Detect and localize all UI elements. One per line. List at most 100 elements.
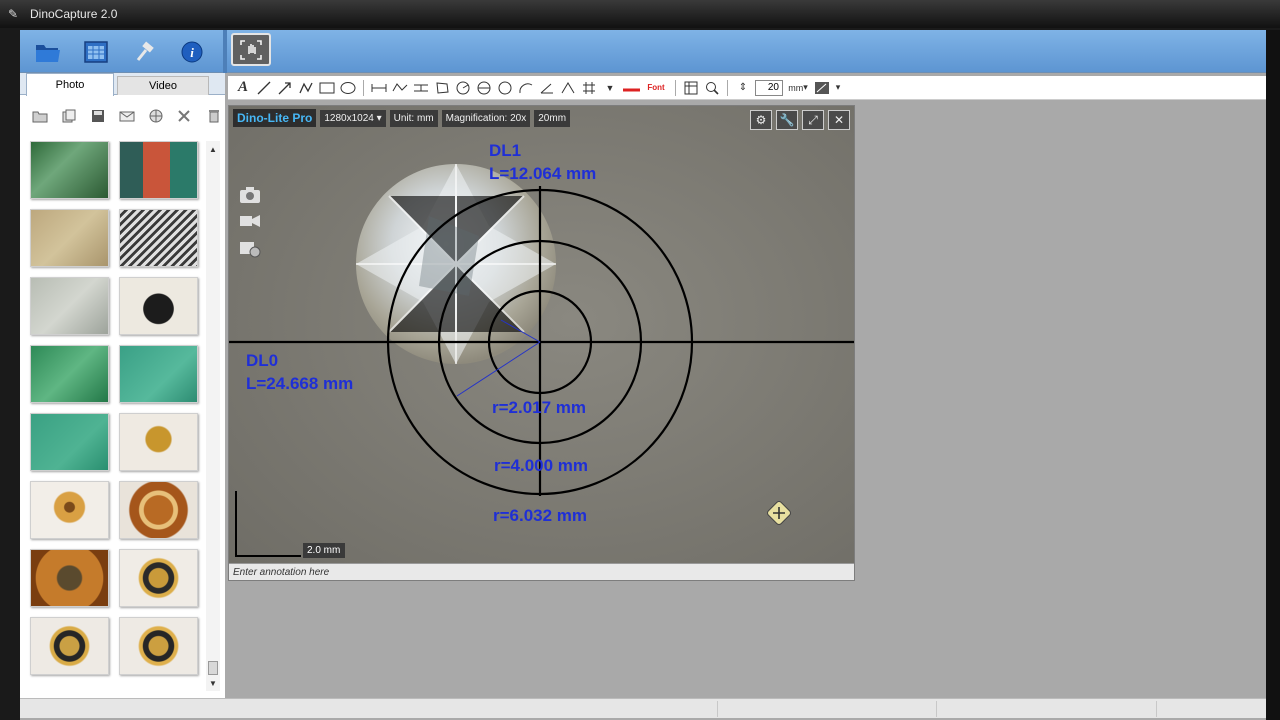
hammer-icon — [136, 41, 154, 61]
main-toolbar: i — [20, 30, 1266, 73]
font-icon[interactable]: Font — [643, 79, 669, 97]
magnification-icon[interactable]: ⇕ — [734, 79, 752, 97]
capture-button[interactable] — [231, 33, 271, 66]
gallery-web-icon[interactable] — [144, 105, 167, 127]
thumbnail[interactable] — [30, 209, 109, 267]
wrench-icon[interactable]: 🔧 — [776, 110, 798, 130]
scroll-down-icon[interactable]: ▼ — [209, 679, 217, 688]
thumbnail[interactable] — [30, 277, 109, 335]
thumbnail[interactable] — [30, 481, 109, 539]
scrollbar-thumb[interactable] — [208, 661, 218, 675]
timer-capture-icon[interactable] — [239, 238, 261, 258]
table-icon[interactable] — [682, 79, 700, 97]
close-icon[interactable]: ✕ — [828, 110, 850, 130]
gallery-panel: Photo Video ▲ ▼ — [20, 73, 225, 698]
calibration-icon[interactable] — [813, 79, 831, 97]
gallery-copy-icon[interactable] — [57, 105, 80, 127]
thumbnail[interactable] — [30, 413, 109, 471]
tab-photo[interactable]: Photo — [26, 73, 114, 96]
settings-gear-icon[interactable]: ⚙ — [750, 110, 772, 130]
magnification-input[interactable]: 20 — [755, 79, 783, 96]
desktop-edge — [1266, 30, 1280, 720]
gallery-delete-icon[interactable] — [202, 105, 225, 127]
live-view-window[interactable]: DL1 L=12.064 mm DL0 L=24.668 mm r=2.017 … — [228, 105, 855, 581]
measure-3point-angle-icon[interactable] — [559, 79, 577, 97]
measure-polygon-icon[interactable] — [433, 79, 451, 97]
gallery-toolbar — [20, 101, 225, 131]
thumbnail[interactable] — [30, 141, 109, 199]
thumbnail[interactable] — [119, 549, 198, 607]
measure-parallel-icon[interactable] — [412, 79, 430, 97]
status-segment — [936, 701, 937, 717]
hand-capture-icon — [240, 39, 262, 60]
calibration-dropdown-icon[interactable]: ▾ — [834, 79, 842, 97]
thumbnail[interactable] — [119, 481, 198, 539]
dl0-value: L=24.668 mm — [246, 374, 354, 393]
fullscreen-icon[interactable]: ⤢ — [802, 110, 824, 130]
viewer-controls: ⚙ 🔧 ⤢ ✕ — [750, 110, 850, 130]
annotation-input[interactable]: Enter annotation here — [229, 563, 854, 580]
toolbar-separator — [727, 79, 728, 96]
open-folder-button[interactable] — [32, 36, 64, 68]
camera-icon[interactable] — [239, 186, 261, 204]
unit-label: Unit: mm — [389, 109, 438, 127]
gallery-tabs: Photo Video — [20, 73, 225, 96]
info-button[interactable]: i — [176, 36, 208, 68]
line-tool-icon[interactable] — [255, 79, 273, 97]
measurement-dl1[interactable]: DL1 L=12.064 mm — [489, 139, 596, 185]
resolution-dropdown[interactable]: 1280x1024 ▾ — [320, 109, 386, 127]
thumbnail[interactable] — [119, 277, 198, 335]
radius-label-2[interactable]: r=4.000 mm — [494, 456, 588, 476]
scroll-up-icon[interactable]: ▲ — [209, 145, 217, 154]
measure-polyline-icon[interactable] — [391, 79, 409, 97]
dl0-name: DL0 — [246, 351, 279, 370]
thumbnail[interactable] — [30, 345, 109, 403]
thumbnail[interactable] — [30, 617, 109, 675]
thumbnail[interactable] — [119, 209, 198, 267]
dl1-name: DL1 — [489, 141, 522, 160]
tools-button[interactable] — [128, 36, 160, 68]
thumbnail[interactable] — [119, 413, 198, 471]
line-color-icon[interactable] — [622, 79, 640, 97]
app-window: i Photo Video ▲ ▼ A ▼ Font ⇕ 20 mm ▾ ▾ D… — [20, 30, 1266, 720]
zoom-icon[interactable] — [703, 79, 721, 97]
grid-icon[interactable] — [580, 79, 598, 97]
preview-window-button[interactable] — [80, 36, 112, 68]
thumbnail[interactable] — [119, 617, 198, 675]
unit-label: mm — [788, 82, 804, 93]
unit-dropdown[interactable]: mm ▾ — [786, 79, 810, 97]
dl1-value: L=12.064 mm — [489, 164, 597, 183]
brand-label: Dino-Lite Pro — [233, 109, 317, 127]
rectangle-tool-icon[interactable] — [318, 79, 336, 97]
video-camera-icon[interactable] — [239, 212, 261, 230]
measurement-dl0[interactable]: DL0 L=24.668 mm — [246, 349, 353, 395]
polyline-tool-icon[interactable] — [297, 79, 315, 97]
gallery-scrollbar[interactable]: ▲ ▼ — [206, 141, 220, 691]
measure-3point-circle-icon[interactable] — [496, 79, 514, 97]
measure-circle-icon[interactable] — [454, 79, 472, 97]
radius-label-1[interactable]: r=2.017 mm — [492, 398, 586, 418]
ellipse-tool-icon[interactable] — [339, 79, 357, 97]
gallery-compare-icon[interactable] — [173, 105, 196, 127]
arrow-tool-icon[interactable] — [276, 79, 294, 97]
thumbnail[interactable] — [119, 141, 198, 199]
measure-line-icon[interactable] — [370, 79, 388, 97]
measure-diameter-icon[interactable] — [475, 79, 493, 97]
info-icon: i — [181, 41, 203, 63]
measure-arc-icon[interactable] — [517, 79, 535, 97]
thumbnail-grid — [28, 141, 208, 691]
thumbnail[interactable] — [119, 345, 198, 403]
measure-angle-icon[interactable] — [538, 79, 556, 97]
more-tools-dropdown-icon[interactable]: ▼ — [601, 79, 619, 97]
gallery-open-icon[interactable] — [28, 105, 51, 127]
scale-value: 20mm — [534, 109, 571, 127]
gallery-save-icon[interactable] — [86, 105, 109, 127]
thumbnail[interactable] — [30, 549, 109, 607]
tab-video[interactable]: Video — [117, 76, 209, 95]
magnification-caption: Magnification: — [445, 112, 508, 124]
window-grid-icon — [84, 41, 108, 63]
text-tool-icon[interactable]: A — [234, 79, 252, 97]
radius-label-3[interactable]: r=6.032 mm — [493, 506, 587, 526]
gallery-email-icon[interactable] — [115, 105, 138, 127]
magnification-label: Magnification: 20x — [441, 109, 531, 127]
